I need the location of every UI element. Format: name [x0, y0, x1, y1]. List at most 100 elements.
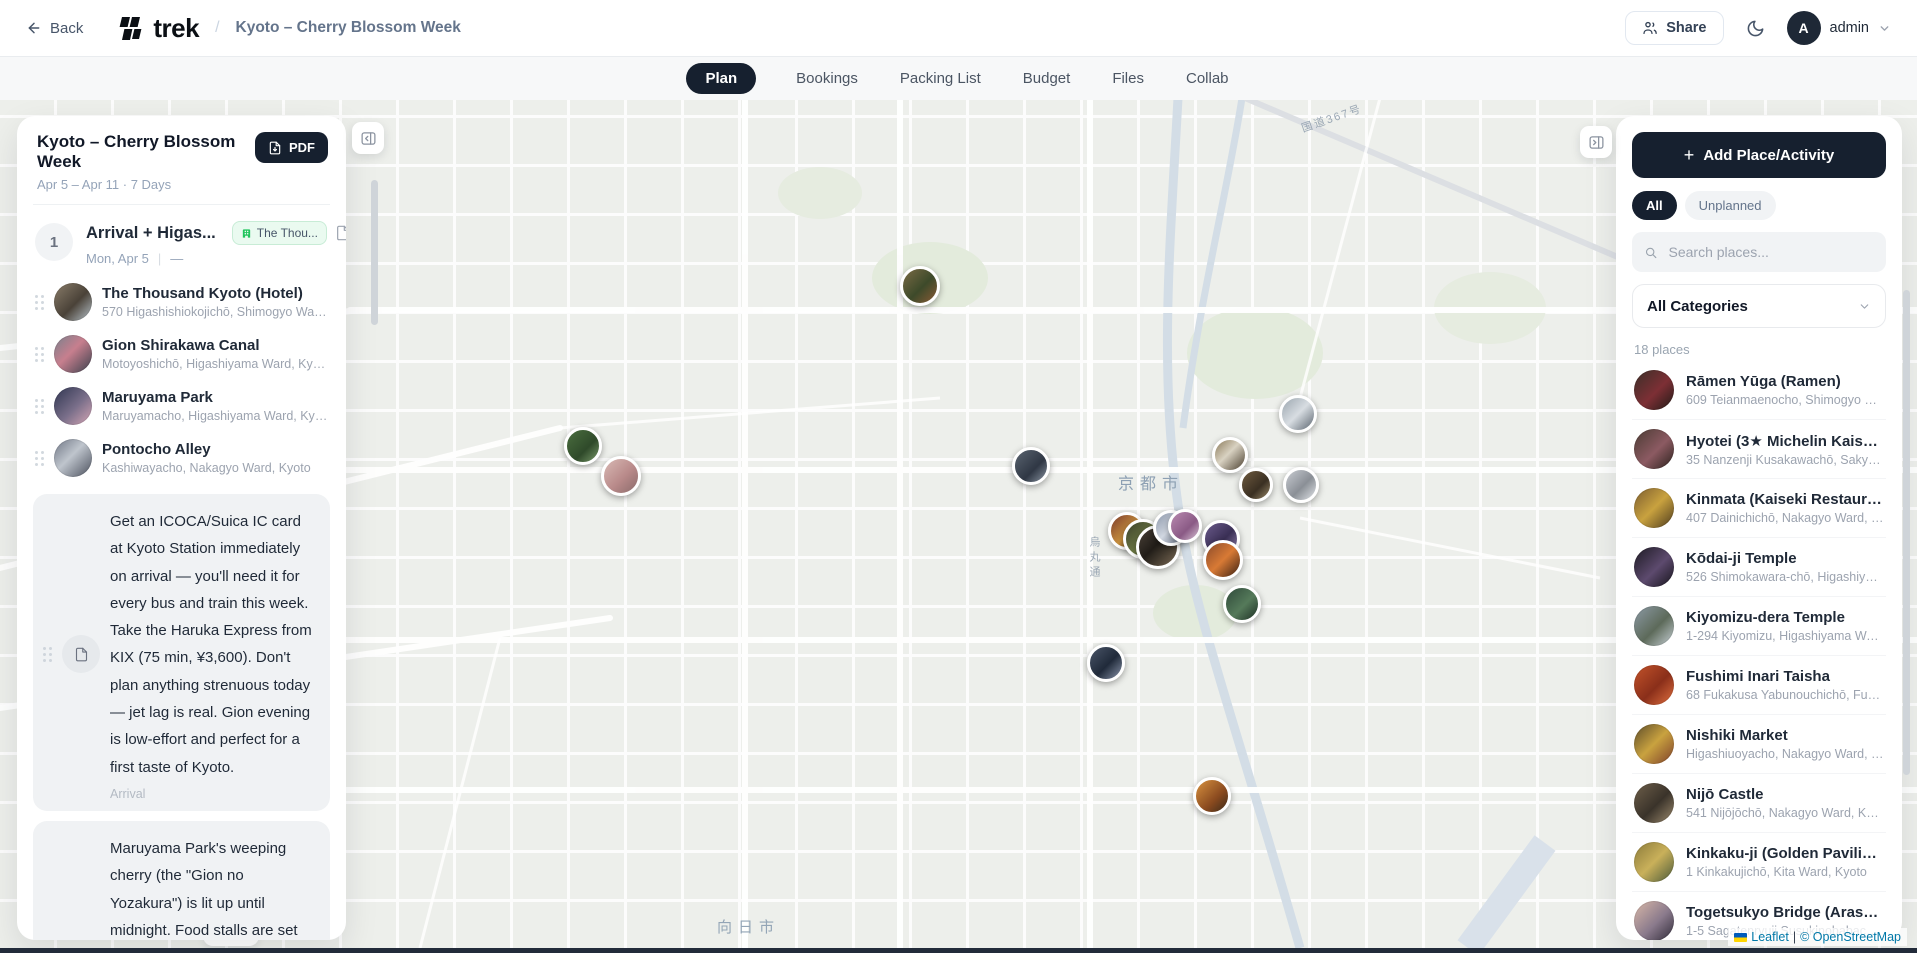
trip-tab[interactable]: Bookings [794, 63, 860, 94]
place-list-item[interactable]: Kinmata (Kaiseki Restaurant) 407 Dainich… [1632, 478, 1886, 537]
trip-tab[interactable]: Budget [1021, 63, 1073, 94]
itinerary-place-row[interactable]: Gion Shirakawa Canal Motoyoshichō, Higas… [33, 328, 330, 380]
osm-link[interactable]: © OpenStreetMap [1800, 930, 1901, 944]
itinerary-place-row[interactable]: Pontocho Alley Kashiwayacho, Nakagyo War… [33, 432, 330, 484]
map-photo-marker[interactable] [1239, 468, 1273, 502]
place-photo [54, 439, 92, 477]
map-photo-marker[interactable] [1193, 777, 1231, 815]
category-select[interactable]: All Categories [1632, 284, 1886, 328]
place-name: Fushimi Inari Taisha [1686, 668, 1884, 685]
drag-handle[interactable] [43, 647, 52, 662]
place-list-item[interactable]: Nijō Castle 541 Nijōjōchō, Nakagyo Ward,… [1632, 773, 1886, 832]
place-photo [1634, 842, 1674, 882]
map-photo-marker[interactable] [1212, 437, 1248, 473]
trip-dates: Apr 5 – Apr 11 · 7 Days [37, 177, 255, 192]
day-number-badge: 1 [35, 223, 73, 261]
share-button[interactable]: Share [1625, 11, 1723, 45]
collapse-left-panel-button[interactable] [352, 122, 384, 154]
place-name: Rāmen Yūga (Ramen) [1686, 373, 1884, 390]
place-address: Higashiuoyacho, Nakagyo Ward, Kyoto [1686, 747, 1884, 761]
day-notes-icon[interactable] [335, 225, 346, 241]
place-list-item[interactable]: Hyotei (3★ Michelin Kaiseki) 35 Nanzenji… [1632, 419, 1886, 478]
add-place-label: Add Place/Activity [1703, 147, 1834, 164]
place-photo [54, 387, 92, 425]
trip-tab[interactable]: Files [1110, 63, 1146, 94]
map-street-label: 烏丸通 [1086, 536, 1102, 581]
filter-chip[interactable]: Unplanned [1685, 191, 1776, 220]
place-name: Kinkaku-ji (Golden Pavilion) [1686, 845, 1884, 862]
user-menu[interactable]: A admin [1787, 11, 1892, 45]
day-note-card[interactable]: Get an ICOCA/Suica IC card at Kyoto Stat… [33, 494, 330, 811]
place-address: 68 Fukakusa Yabunouchichō, Fushimi Wa... [1686, 688, 1884, 702]
place-list-item[interactable]: Kōdai-ji Temple 526 Shimokawara-chō, Hig… [1632, 537, 1886, 596]
back-button[interactable]: Back [26, 20, 83, 37]
leaflet-link[interactable]: Leaflet [1751, 930, 1789, 944]
trip-tab[interactable]: Packing List [898, 63, 983, 94]
itinerary-place-row[interactable]: Maruyama Park Maruyamacho, Higashiyama W… [33, 380, 330, 432]
hotel-badge[interactable]: The Thou... [232, 221, 327, 245]
place-address: 1 Kinkakujichō, Kita Ward, Kyoto [1686, 865, 1884, 879]
day-date: Mon, Apr 5 [86, 251, 149, 266]
back-label: Back [50, 20, 83, 37]
panel-collapse-left-icon [360, 130, 377, 147]
drag-handle[interactable] [35, 295, 44, 310]
search-input[interactable] [1667, 243, 1875, 261]
drag-handle[interactable] [35, 399, 44, 414]
avatar: A [1787, 11, 1821, 45]
map-photo-marker[interactable] [1279, 395, 1317, 433]
place-address: 609 Teianmaenocho, Shimogyo Ward, Ky... [1686, 393, 1884, 407]
place-list-item[interactable]: Nishiki Market Higashiuoyacho, Nakagyo W… [1632, 714, 1886, 773]
map-photo-marker[interactable] [564, 427, 602, 465]
filter-chips: All Unplanned [1632, 191, 1886, 220]
map-photo-marker[interactable] [1168, 509, 1202, 543]
search-box[interactable] [1632, 232, 1886, 272]
itinerary-panel: Kyoto – Cherry Blossom Week Apr 5 – Apr … [17, 116, 346, 940]
map-photo-marker[interactable] [1283, 467, 1319, 503]
filter-chip[interactable]: All [1632, 191, 1677, 220]
map-photo-marker[interactable] [1012, 447, 1050, 485]
place-photo [1634, 901, 1674, 940]
day-note-card[interactable]: Maruyama Park's weeping cherry (the "Gio… [33, 821, 330, 940]
place-address: Maruyamacho, Higashiyama Ward, Kyoto [102, 409, 330, 423]
day-header-row[interactable]: 1 Arrival + Higas... The Thou... Mon, Ap… [33, 205, 330, 276]
export-pdf-button[interactable]: PDF [255, 132, 328, 163]
place-name: The Thousand Kyoto (Hotel) [102, 285, 330, 302]
place-list-item[interactable]: Fushimi Inari Taisha 68 Fukakusa Yabunou… [1632, 655, 1886, 714]
place-address: 407 Dainichichō, Nakagyo Ward, Kyoto [1686, 511, 1884, 525]
note-text: Get an ICOCA/Suica IC card at Kyoto Stat… [110, 508, 316, 781]
drag-handle[interactable] [35, 347, 44, 362]
hotel-badge-label: The Thou... [257, 226, 318, 240]
trip-tab[interactable]: Plan [686, 63, 756, 94]
attribution-separator: | [1793, 930, 1796, 944]
map-photo-marker[interactable] [1203, 540, 1243, 580]
map-photo-marker[interactable] [900, 266, 940, 306]
share-label: Share [1666, 20, 1706, 36]
itinerary-place-row[interactable]: The Thousand Kyoto (Hotel) 570 Higashish… [33, 276, 330, 328]
collapse-right-panel-button[interactable] [1580, 126, 1612, 158]
brand-logo[interactable]: trek [117, 13, 199, 44]
right-panel-scrollbar[interactable] [1903, 290, 1910, 775]
theme-toggle-button[interactable] [1746, 19, 1765, 38]
place-photo [1634, 665, 1674, 705]
map-photo-marker[interactable] [601, 456, 641, 496]
map-photo-marker[interactable] [1223, 585, 1261, 623]
place-list-item[interactable]: Kinkaku-ji (Golden Pavilion) 1 Kinkakuji… [1632, 832, 1886, 891]
trip-tab-bar: Plan Bookings Packing List Budget Files Colla… [0, 57, 1917, 100]
drag-handle[interactable] [35, 451, 44, 466]
place-photo [1634, 606, 1674, 646]
back-arrow-icon [26, 20, 42, 36]
map-photo-marker[interactable] [1087, 644, 1125, 682]
add-place-button[interactable]: + Add Place/Activity [1632, 132, 1886, 178]
place-address: 35 Nanzenji Kusakawachō, Sakyo Ward, ... [1686, 453, 1884, 467]
trek-logo-icon [117, 15, 144, 42]
day-time-placeholder: — [170, 251, 183, 266]
place-name: Maruyama Park [102, 389, 330, 406]
places-list: Rāmen Yūga (Ramen) 609 Teianmaenocho, Sh… [1632, 361, 1886, 940]
left-panel-scrollbar[interactable] [371, 180, 378, 325]
brand-name: trek [153, 13, 199, 44]
map-attribution: Leaflet | © OpenStreetMap [1728, 928, 1907, 946]
place-list-item[interactable]: Rāmen Yūga (Ramen) 609 Teianmaenocho, Sh… [1632, 361, 1886, 419]
place-list-item[interactable]: Kiyomizu-dera Temple 1-294 Kiyomizu, Hig… [1632, 596, 1886, 655]
trip-tab[interactable]: Collab [1184, 63, 1231, 94]
search-icon [1644, 245, 1658, 260]
